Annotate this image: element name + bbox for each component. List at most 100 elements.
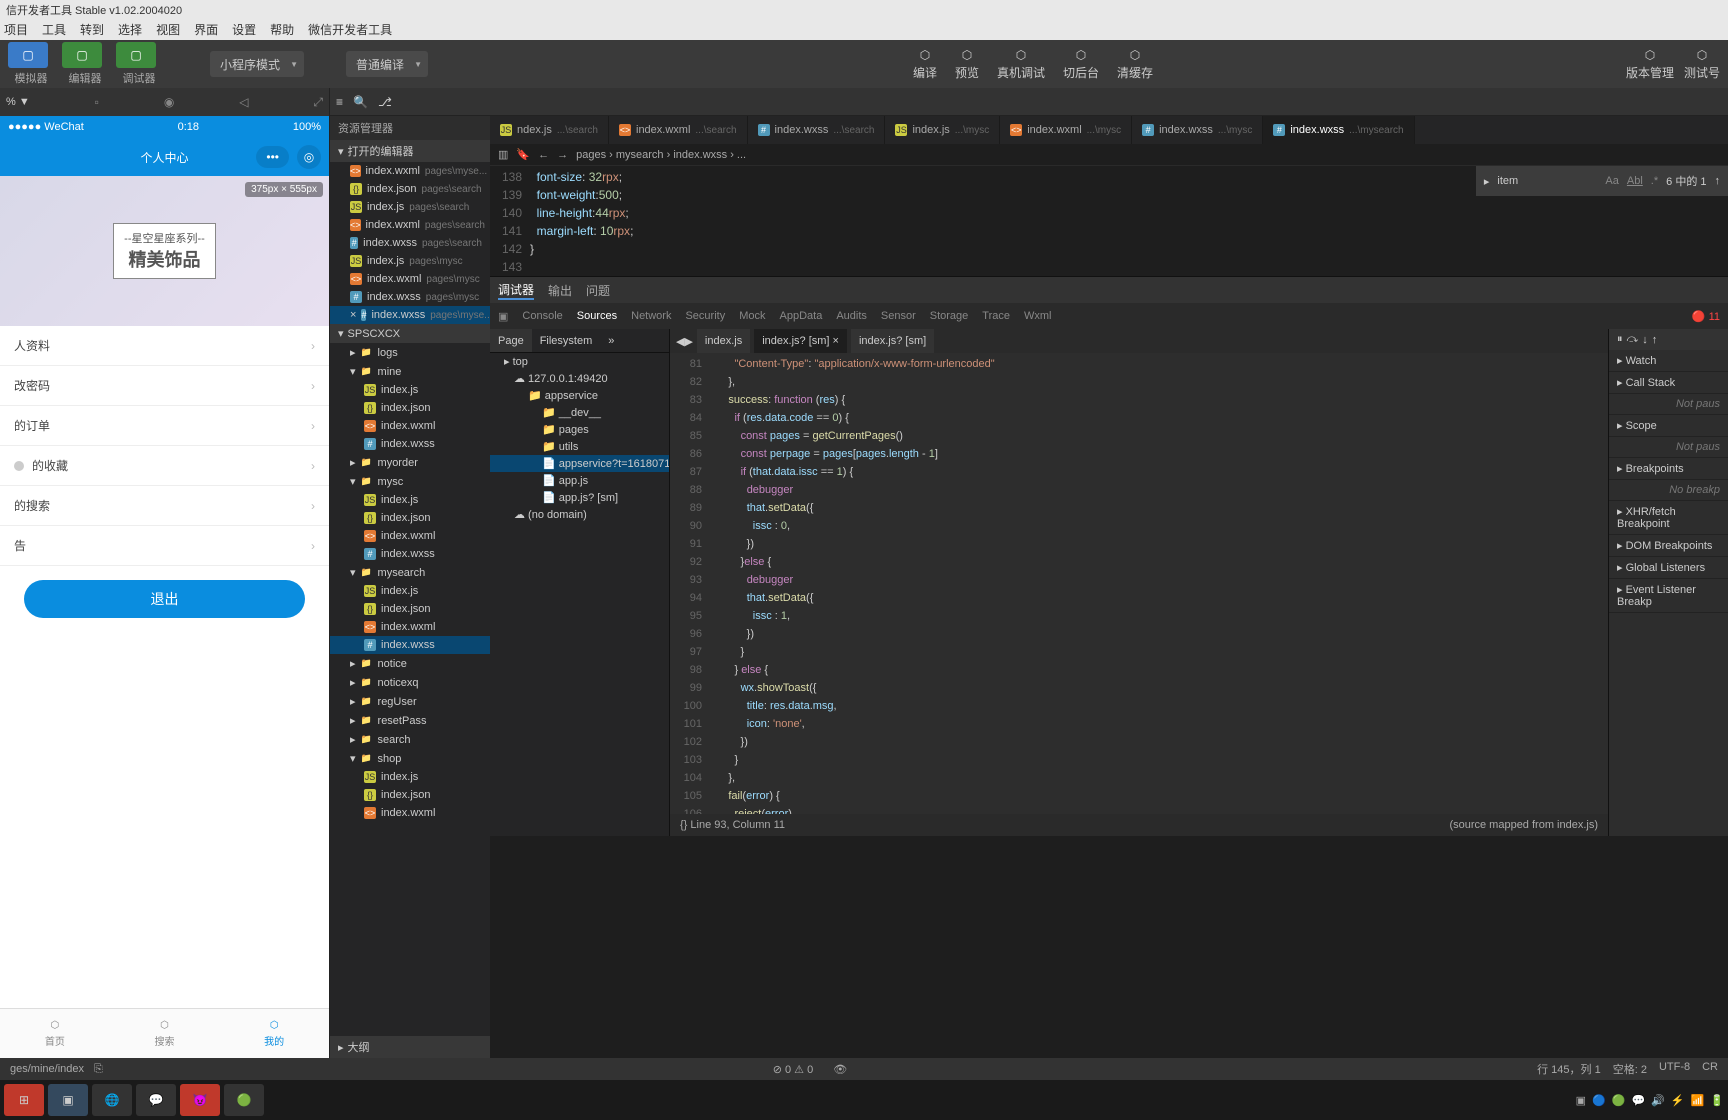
open-file-item[interactable]: {}index.json pages\search	[330, 180, 490, 198]
editor-tab[interactable]: <>index.wxml ...\search	[609, 116, 748, 144]
mode-select[interactable]: 小程序模式	[210, 51, 304, 77]
debug-panel-section[interactable]: ▸ Global Listeners	[1609, 557, 1728, 579]
debug-panel-section[interactable]: ▸ Breakpoints	[1609, 458, 1728, 480]
devtools-tab[interactable]: 调试器	[498, 281, 534, 300]
open-file-item[interactable]: × #index.wxss pages\myse...	[330, 306, 490, 324]
source-tree-item[interactable]: ▸ top	[490, 353, 669, 370]
folder-item[interactable]: ▸ 📁 notice	[330, 654, 490, 673]
inspect-icon[interactable]: ▣	[498, 310, 508, 323]
devtools-subtab[interactable]: Sensor	[881, 310, 916, 322]
step-in-icon[interactable]: ↓	[1642, 334, 1648, 346]
profile-menu-item[interactable]: 改密码›	[0, 366, 329, 406]
folder-item[interactable]: ▸ 📁 regUser	[330, 692, 490, 711]
phone-tool-button[interactable]: ▢	[8, 42, 48, 68]
debug-panel-section[interactable]: ▸ Watch	[1609, 350, 1728, 372]
step-out-icon[interactable]: ↑	[1652, 334, 1658, 346]
open-file-item[interactable]: #index.wxss pages\mysc	[330, 288, 490, 306]
editor-tab[interactable]: JSindex.js ...\mysc	[885, 116, 1000, 144]
folder-item[interactable]: ▾ 📁 mysearch	[330, 563, 490, 582]
error-count[interactable]: 🔴 11	[1692, 310, 1720, 323]
toolbar-button[interactable]: ⬡测试号	[1684, 48, 1720, 81]
project-section[interactable]: ▾ SPSCXCX	[330, 324, 490, 343]
toolbar-button[interactable]: ⬡预览	[955, 48, 979, 81]
sidebar-icon[interactable]: ▥	[498, 148, 508, 161]
devtools-subtab[interactable]: Sources	[577, 310, 617, 322]
logout-button[interactable]: 退出	[24, 580, 305, 618]
prev-match-icon[interactable]: ↑	[1715, 175, 1721, 187]
file-item[interactable]: {} index.json	[330, 509, 490, 527]
file-item[interactable]: {} index.json	[330, 600, 490, 618]
editor-tab[interactable]: #index.wxss ...\search	[748, 116, 886, 144]
search-box[interactable]: ▸ AaAbl.* 6 中的 1 ↑	[1476, 166, 1728, 196]
file-item[interactable]: {} index.json	[330, 399, 490, 417]
profile-menu-item[interactable]: 的订单›	[0, 406, 329, 446]
profile-menu-item[interactable]: 的收藏›	[0, 446, 329, 486]
status-item[interactable]: CR	[1702, 1061, 1718, 1077]
source-tree-item[interactable]: 📁 appservice	[490, 387, 669, 404]
folder-item[interactable]: ▸ 📁 myorder	[330, 453, 490, 472]
back-icon[interactable]: ◁	[239, 95, 248, 109]
more-icon[interactable]: »	[600, 329, 622, 352]
folder-item[interactable]: ▾ 📁 mysc	[330, 472, 490, 491]
devtools-subtab[interactable]: AppData	[780, 310, 823, 322]
debug-panel-section[interactable]: ▸ Scope	[1609, 415, 1728, 437]
record-icon[interactable]: ◉	[164, 95, 174, 109]
tab-bar-item[interactable]: ⬡首页	[0, 1009, 110, 1058]
devtools-subtab[interactable]: Console	[522, 310, 562, 322]
tab-bar-item[interactable]: ⬡搜索	[110, 1009, 220, 1058]
file-item[interactable]: <> index.wxml	[330, 417, 490, 435]
code-tool-button[interactable]: ▢	[62, 42, 102, 68]
outline-section[interactable]: ▸ 大纲	[330, 1036, 490, 1058]
taskbar-app[interactable]: 💬	[136, 1084, 176, 1116]
file-item[interactable]: JS index.js	[330, 582, 490, 600]
source-tree-item[interactable]: 📁 pages	[490, 421, 669, 438]
editor-tab[interactable]: JSndex.js ...\search	[490, 116, 609, 144]
toolbar-button[interactable]: ⬡版本管理	[1626, 48, 1674, 81]
menu-item[interactable]: 视图	[156, 21, 180, 38]
menu-item[interactable]: 界面	[194, 21, 218, 38]
open-editors-section[interactable]: ▾ 打开的编辑器	[330, 140, 490, 162]
devtools-tab[interactable]: 输出	[548, 282, 572, 299]
open-file-item[interactable]: <>index.wxml pages\search	[330, 216, 490, 234]
debug-panel-section[interactable]: ▸ Event Listener Breakp	[1609, 579, 1728, 613]
status-item[interactable]: 空格: 2	[1613, 1061, 1647, 1077]
toolbar-button[interactable]: ⬡编译	[913, 48, 937, 81]
device-icon[interactable]: ▫	[95, 95, 99, 109]
menu-item[interactable]: 设置	[232, 21, 256, 38]
menu-item[interactable]: 转到	[80, 21, 104, 38]
debug-panel-section[interactable]: ▸ Call Stack	[1609, 372, 1728, 394]
devtools-subtab[interactable]: Wxml	[1024, 310, 1052, 322]
tab-bar-item[interactable]: ⬡我的	[219, 1009, 329, 1058]
source-code-tab[interactable]: index.js? [sm] ×	[754, 329, 847, 353]
file-item[interactable]: JS index.js	[330, 768, 490, 786]
devtools-subtab[interactable]: Trace	[982, 310, 1010, 322]
taskbar-app[interactable]: 😈	[180, 1084, 220, 1116]
devtools-subtab[interactable]: Storage	[930, 310, 969, 322]
search-input[interactable]	[1497, 175, 1597, 187]
open-file-item[interactable]: <>index.wxml pages\myse...	[330, 162, 490, 180]
file-item[interactable]: JS index.js	[330, 491, 490, 509]
folder-item[interactable]: ▸ 📁 noticexq	[330, 673, 490, 692]
file-item[interactable]: <> index.wxml	[330, 804, 490, 822]
menu-item[interactable]: 帮助	[270, 21, 294, 38]
file-item[interactable]: # index.wxss	[330, 435, 490, 453]
profile-menu-item[interactable]: 告›	[0, 526, 329, 566]
devtools-subtab[interactable]: Security	[685, 310, 725, 322]
editor-tab[interactable]: #index.wxss ...\mysc	[1132, 116, 1263, 144]
source-tree-item[interactable]: ☁ 127.0.0.1:49420	[490, 370, 669, 387]
capsule-menu-icon[interactable]: •••	[256, 146, 289, 168]
editor-tab[interactable]: <>index.wxml ...\mysc	[1000, 116, 1132, 144]
source-tree-item[interactable]: 📁 __dev__	[490, 404, 669, 421]
folder-item[interactable]: ▾ 📁 mine	[330, 362, 490, 381]
menu-item[interactable]: 项目	[4, 21, 28, 38]
capsule-close-icon[interactable]: ◎	[297, 145, 321, 169]
source-tree-item[interactable]: 📄 app.js	[490, 472, 669, 489]
file-item[interactable]: # index.wxss	[330, 545, 490, 563]
file-item[interactable]: <> index.wxml	[330, 618, 490, 636]
folder-item[interactable]: ▸ 📁 search	[330, 730, 490, 749]
nav-fwd-icon[interactable]: →	[557, 149, 568, 161]
status-item[interactable]: UTF-8	[1659, 1061, 1690, 1077]
open-file-item[interactable]: JSindex.js pages\search	[330, 198, 490, 216]
profile-menu-item[interactable]: 的搜索›	[0, 486, 329, 526]
source-tree-item[interactable]: 📁 utils	[490, 438, 669, 455]
